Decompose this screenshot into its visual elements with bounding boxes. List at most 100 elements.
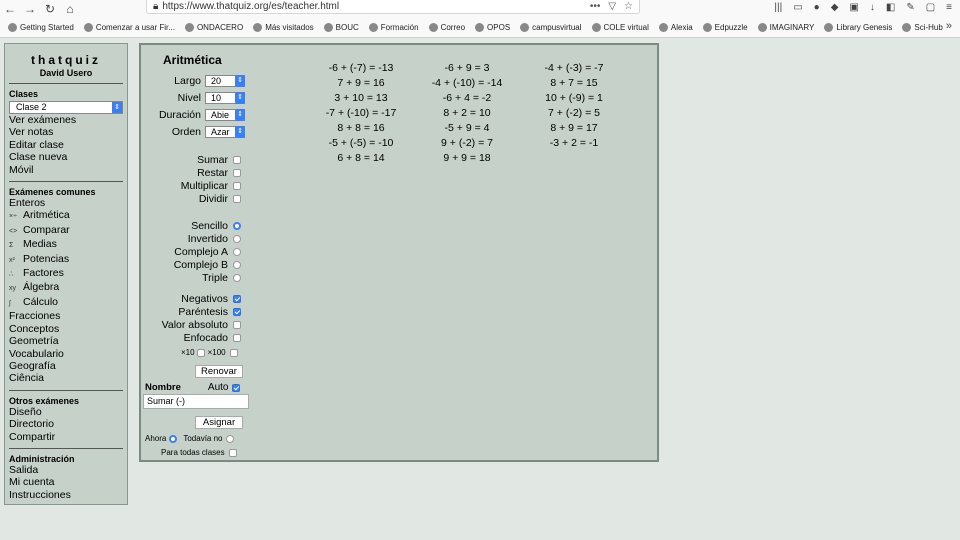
complejo-b-radio[interactable] — [233, 261, 241, 269]
sidebar-link-ver-notas[interactable]: Ver notas — [9, 126, 123, 138]
sidebar-link-comparar[interactable]: <> Comparar — [9, 224, 123, 238]
sidebar-link-diseno[interactable]: Diseño — [9, 406, 123, 418]
sidebar-link-potencias[interactable]: x² Potencias — [9, 253, 123, 267]
bookmark-favicon-icon — [8, 23, 17, 32]
sidebar-link-factores[interactable]: ∴ Factores — [9, 267, 123, 281]
largo-select[interactable]: 20 ⇕ — [205, 75, 245, 87]
reload-icon[interactable]: ↻ — [40, 2, 60, 16]
problem-item: 8 + 7 = 15 — [550, 77, 598, 89]
bookmark-label: Edpuzzle — [714, 23, 748, 32]
auto-checkbox[interactable] — [232, 383, 241, 392]
enfocado-checkbox[interactable] — [233, 334, 241, 342]
download-icon[interactable]: ↓ — [870, 2, 875, 13]
not-yet-radio[interactable] — [225, 434, 234, 443]
sidebar-link-medias[interactable]: Σ Medias — [9, 238, 123, 252]
bookmark-campusvirtual[interactable]: campusvirtual — [520, 23, 582, 32]
sumar-checkbox[interactable] — [233, 156, 241, 164]
extension-icon[interactable]: ● — [814, 2, 820, 13]
multiplicar-checkbox[interactable] — [233, 182, 241, 190]
sidebar-link-geometria[interactable]: Geometría — [9, 335, 123, 347]
sidebar-link-fracciones[interactable]: Fracciones — [9, 310, 123, 322]
nivel-select[interactable]: 10 ⇕ — [205, 92, 245, 104]
bookmark-comenzar-a-usar-fir[interactable]: Comenzar a usar Fir... — [83, 23, 175, 32]
name-input[interactable]: Sumar (-) — [143, 394, 249, 409]
restar-checkbox[interactable] — [233, 169, 241, 177]
sidebar-link-directorio[interactable]: Directorio — [9, 418, 123, 430]
extension-icon[interactable]: ▣ — [849, 2, 858, 13]
bookmark-library-genesis[interactable]: Library Genesis — [824, 23, 892, 32]
menu-icon[interactable]: ≡ — [946, 2, 952, 13]
bookmark-favicon-icon — [475, 23, 485, 32]
sidebar-link-salida[interactable]: Salida — [9, 464, 123, 476]
all-classes-checkbox[interactable] — [228, 448, 237, 457]
bookmark-ondacero[interactable]: ONDACERO — [184, 23, 243, 32]
dividir-checkbox[interactable] — [233, 195, 241, 203]
assign-button[interactable]: Asignar — [195, 416, 243, 429]
sidebar-link-vocabulario[interactable]: Vocabulario — [9, 348, 123, 360]
sidebar-link-label: Vocabulario — [9, 347, 64, 360]
address-bar[interactable]: 🔒︎ https://www.thatquiz.org/es/teacher.h… — [146, 0, 640, 14]
checkbox-row-sumar: Sumar — [141, 154, 241, 166]
bookmark-opos[interactable]: OPOS — [475, 23, 510, 32]
bookmark-cole-virtual[interactable]: COLE virtual — [591, 23, 649, 32]
now-radio[interactable] — [169, 434, 178, 443]
problem-item: -6 + (-7) = -13 — [328, 62, 394, 74]
sidebar-link-mi-cuenta[interactable]: Mi cuenta — [9, 476, 123, 488]
sidebar-link-editar-clase[interactable]: Editar clase — [9, 139, 123, 151]
bookmark-formacion[interactable]: Formación — [368, 23, 419, 32]
sidebar-link-conceptos[interactable]: Conceptos — [9, 323, 123, 335]
valor-absoluto-checkbox[interactable] — [233, 321, 241, 329]
bookmark-star-icon[interactable]: ☆ — [624, 1, 633, 12]
bookmark-edpuzzle[interactable]: Edpuzzle — [702, 23, 748, 32]
sidebar-link-movil[interactable]: Móvil — [9, 164, 123, 176]
select-arrow-icon: ⇕ — [112, 102, 122, 113]
extension-icon[interactable]: ▢ — [926, 2, 935, 13]
negativos-checkbox[interactable] — [233, 295, 241, 303]
library-icon[interactable]: ||| — [774, 2, 782, 13]
back-arrow-icon[interactable]: ← — [0, 2, 20, 16]
checkbox-label: Dividir — [198, 193, 228, 205]
orden-select[interactable]: Azar ⇕ — [205, 126, 245, 138]
bookmark-bouc[interactable]: BOUC — [323, 23, 359, 32]
x100-checkbox[interactable] — [229, 348, 238, 357]
triple-radio[interactable] — [233, 274, 241, 282]
arithmetic-panel: Aritmética Largo 20 ⇕ Nivel 10 ⇕ Duración Abie ⇕… — [139, 43, 659, 462]
sidebar-link-algebra[interactable]: xy Álgebra — [9, 281, 123, 295]
bookmark-favicon-icon — [520, 23, 530, 32]
bookmark-getting-started[interactable]: Getting Started — [8, 23, 74, 32]
sidebar-link-geografia[interactable]: Geografía — [9, 360, 123, 372]
duracion-select[interactable]: Abie ⇕ — [205, 109, 245, 121]
sidebar-link-compartir[interactable]: Compartir — [9, 431, 123, 443]
forward-arrow-icon[interactable]: → — [20, 2, 40, 16]
sidebar-link-aritmetica[interactable]: ×÷ Aritmética — [9, 209, 123, 223]
sidebar-link-ver-examenes[interactable]: Ver exámenes — [9, 114, 123, 126]
sidebar-link-clase-nueva[interactable]: Clase nueva — [9, 151, 123, 163]
x10-checkbox[interactable] — [196, 348, 205, 357]
sidebar-link-instrucciones[interactable]: Instrucciones — [9, 489, 123, 501]
sidebar-link-label: Enteros — [9, 197, 46, 210]
extension-icon[interactable]: ◆ — [831, 2, 839, 13]
complejo-a-radio[interactable] — [233, 248, 241, 256]
parentesis-checkbox[interactable] — [233, 308, 241, 316]
extension-icon[interactable]: ✎ — [906, 2, 914, 13]
class-select[interactable]: Clase 2 ⇕ — [9, 101, 123, 114]
bookmark-correo[interactable]: Correo — [428, 23, 465, 32]
invertido-radio[interactable] — [233, 235, 241, 243]
extension-icon[interactable]: ◧ — [886, 2, 895, 13]
renew-button[interactable]: Renovar — [195, 365, 243, 378]
bookmark-alexia[interactable]: Alexia — [658, 23, 693, 32]
sencillo-radio[interactable] — [233, 222, 241, 230]
sidebar-link-enteros[interactable]: Enteros — [9, 197, 123, 209]
home-icon[interactable]: ⌂ — [60, 2, 80, 16]
sidebar-link-ciencia[interactable]: Ciência — [9, 372, 123, 384]
pocket-icon[interactable]: ▽ — [608, 1, 616, 12]
sidebar-icon[interactable]: ▭ — [793, 2, 802, 13]
bookmark-sci-hub[interactable]: Sci-Hub — [902, 23, 943, 32]
bookmark-mas-visitados[interactable]: Más visitados — [253, 23, 314, 32]
sidebar-link-calculo[interactable]: ∫ Cálculo — [9, 296, 123, 310]
problem-item: 3 + 10 = 13 — [334, 92, 388, 104]
page-actions-icon[interactable]: ••• — [590, 1, 601, 12]
bookmarks-overflow-icon[interactable]: » — [946, 20, 952, 32]
bookmark-label: IMAGINARY — [769, 23, 815, 32]
bookmark-imaginary[interactable]: IMAGINARY — [757, 23, 815, 32]
